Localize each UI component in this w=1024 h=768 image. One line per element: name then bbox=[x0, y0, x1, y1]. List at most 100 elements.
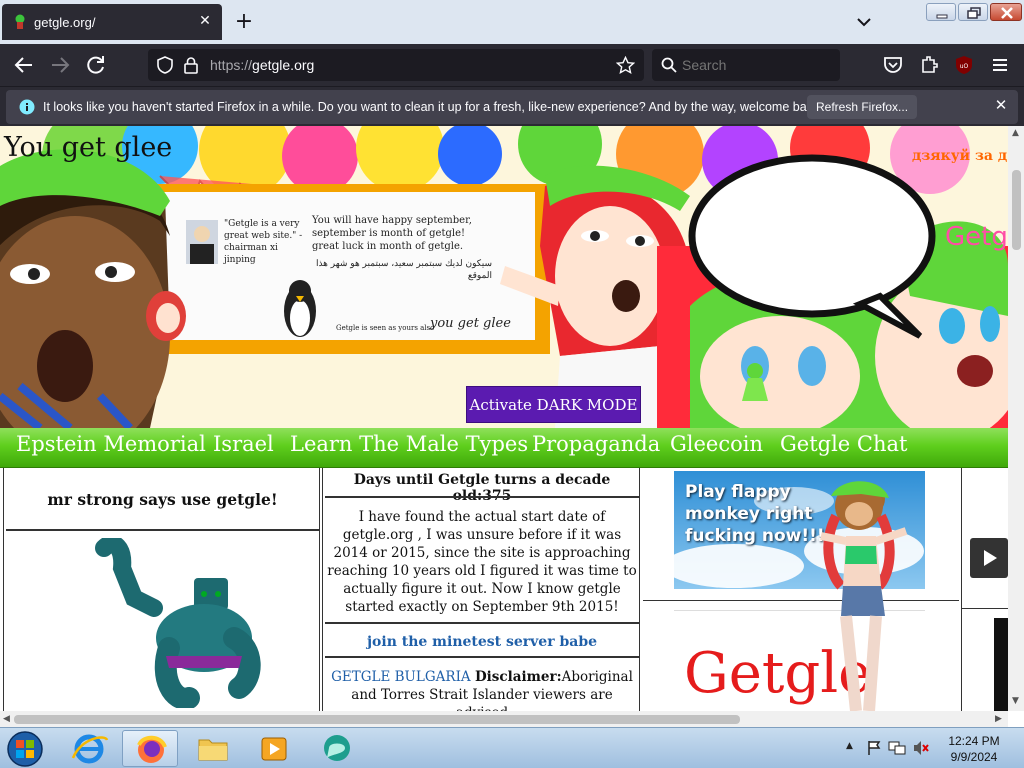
volume-muted-icon[interactable] bbox=[912, 740, 930, 756]
start-date-story: I have found the actual start date of ge… bbox=[327, 509, 637, 615]
close-icon bbox=[1001, 7, 1013, 19]
navigation-toolbar: https://getgle.org uO bbox=[0, 44, 1024, 86]
scroll-left-icon[interactable]: ◀ bbox=[3, 714, 10, 724]
new-tab-button[interactable]: + bbox=[232, 8, 256, 36]
getgle-small-text: Getgle is seen as yours also bbox=[336, 324, 435, 332]
column-news: Days until Getgle turns a decade old:375… bbox=[322, 468, 640, 711]
divider bbox=[325, 622, 639, 624]
folder-icon bbox=[198, 739, 228, 761]
nav-link-male-types[interactable]: Learn The Male Types bbox=[290, 432, 528, 456]
url-text: https://getgle.org bbox=[210, 57, 314, 73]
close-tab-icon[interactable]: ✕ bbox=[196, 12, 214, 30]
dark-mode-button[interactable]: Activate DARK MODE bbox=[466, 386, 641, 423]
url-domain: getgle.org bbox=[252, 57, 315, 73]
chat-bubble-icon bbox=[324, 735, 350, 761]
nav-link-israel[interactable]: Israel bbox=[213, 432, 274, 456]
column-video bbox=[961, 468, 1008, 711]
clock-date: 9/9/2024 bbox=[950, 750, 998, 764]
notification-message: It looks like you haven't started Firefo… bbox=[43, 100, 823, 114]
nav-link-getgle-chat[interactable]: Getgle Chat bbox=[780, 432, 907, 456]
restore-window-button[interactable] bbox=[958, 3, 988, 21]
you-get-glee-small: you get glee bbox=[430, 316, 511, 331]
restore-icon bbox=[967, 7, 981, 19]
content-area: mr strong says use getgle! Days until Ge… bbox=[0, 468, 1008, 711]
mr-strong-heading: mr strong says use getgle! bbox=[47, 490, 278, 509]
address-bar[interactable]: https://getgle.org bbox=[148, 49, 644, 81]
divider bbox=[325, 656, 639, 658]
search-box[interactable] bbox=[652, 49, 840, 81]
ublock-origin-icon[interactable]: uO bbox=[952, 54, 976, 76]
disclaimer-label: Disclaimer: bbox=[474, 669, 562, 685]
shield-icon[interactable] bbox=[156, 56, 174, 74]
taskbar-app[interactable] bbox=[309, 730, 365, 767]
nav-link-propaganda[interactable]: Propaganda bbox=[532, 432, 660, 456]
tab-strip: getgle.org/ ✕ + bbox=[0, 0, 1024, 44]
svg-text:uO: uO bbox=[960, 63, 969, 70]
scroll-right-icon[interactable]: ▶ bbox=[995, 714, 1002, 724]
tab-title: getgle.org/ bbox=[34, 15, 96, 30]
search-icon bbox=[661, 57, 677, 73]
close-notification-icon[interactable]: ✕ bbox=[991, 96, 1011, 114]
scroll-up-icon[interactable]: ▲ bbox=[1012, 128, 1019, 138]
nav-link-epstein-memorial[interactable]: Epstein Memorial bbox=[16, 432, 206, 456]
thanks-text: дзякуй за д bbox=[912, 148, 1008, 164]
hat-text: Getg bbox=[945, 222, 1008, 252]
search-input[interactable] bbox=[682, 57, 832, 73]
divider bbox=[325, 496, 639, 498]
video-thumbnail[interactable] bbox=[994, 618, 1008, 711]
minimize-window-button[interactable] bbox=[926, 3, 956, 21]
taskbar-firefox[interactable] bbox=[122, 730, 178, 767]
reload-icon[interactable] bbox=[84, 54, 108, 76]
media-player-icon bbox=[261, 737, 287, 761]
site-title: You get glee bbox=[4, 132, 173, 163]
taskbar-file-explorer[interactable] bbox=[185, 730, 241, 767]
minimize-icon bbox=[936, 14, 948, 19]
pocket-icon[interactable] bbox=[881, 54, 905, 76]
getgle-bulgaria-link[interactable]: GETGLE BULGARIA bbox=[331, 669, 471, 685]
arabic-message: سيكون لديك سبتمبر سعيد، سبتمبر هو شهر هذ… bbox=[315, 259, 492, 281]
lock-icon[interactable] bbox=[182, 56, 200, 74]
hamburger-menu-icon[interactable] bbox=[988, 54, 1012, 76]
network-icon[interactable] bbox=[888, 740, 906, 756]
horizontal-scroll-thumb[interactable] bbox=[14, 715, 740, 724]
notification-bar: It looks like you haven't started Firefo… bbox=[0, 86, 1024, 126]
horizontal-scrollbar[interactable]: ◀ ▶ bbox=[0, 711, 1008, 727]
scroll-down-icon[interactable]: ▼ bbox=[1012, 696, 1019, 706]
system-clock[interactable]: 12:24 PM 9/9/2024 bbox=[940, 733, 1008, 765]
clock-time: 12:24 PM bbox=[948, 734, 1000, 748]
september-message: You will have happy september, september… bbox=[312, 215, 472, 252]
url-protocol: https:// bbox=[210, 57, 253, 73]
divider bbox=[6, 529, 319, 531]
site-nav: Epstein Memorial Israel Learn The Male T… bbox=[0, 428, 1008, 468]
page-viewport: You get glee дзякуй за д "Getgle is a ve… bbox=[0, 126, 1008, 711]
back-arrow-icon[interactable] bbox=[12, 54, 36, 76]
close-window-button[interactable] bbox=[990, 3, 1022, 21]
disclaimer-paragraph: GETGLE BULGARIA Disclaimer:Aboriginal an… bbox=[329, 668, 635, 711]
chevron-down-icon[interactable] bbox=[852, 10, 876, 34]
vertical-scroll-thumb[interactable] bbox=[1012, 170, 1021, 250]
nav-link-gleecoin[interactable]: Gleecoin bbox=[670, 432, 763, 456]
minetest-link[interactable]: join the minetest server babe bbox=[323, 634, 639, 650]
banner-artwork bbox=[0, 126, 1008, 428]
extensions-puzzle-icon[interactable] bbox=[917, 54, 941, 76]
internet-explorer-icon bbox=[71, 734, 109, 764]
video-play-button[interactable] bbox=[970, 538, 1008, 578]
bookmark-star-icon[interactable] bbox=[616, 56, 635, 75]
getgle-favicon-icon bbox=[15, 14, 25, 29]
browser-tab[interactable]: getgle.org/ ✕ bbox=[2, 4, 222, 40]
refresh-firefox-button[interactable]: Refresh Firefox... bbox=[807, 95, 918, 119]
windows-start-icon[interactable] bbox=[4, 730, 46, 768]
show-hidden-icons-icon[interactable]: ▲ bbox=[846, 741, 853, 751]
header-banner: You get glee дзякуй за д "Getgle is a ve… bbox=[0, 126, 1008, 428]
system-tray: ▲ 12:24 PM 9/9/2024 bbox=[840, 728, 1024, 768]
taskbar-media-player[interactable] bbox=[246, 730, 302, 767]
taskbar-internet-explorer[interactable] bbox=[61, 730, 117, 767]
windows-taskbar: ▲ 12:24 PM 9/9/2024 bbox=[0, 727, 1024, 768]
action-center-flag-icon[interactable] bbox=[866, 740, 882, 756]
play-icon bbox=[984, 550, 997, 566]
forward-arrow-icon[interactable] bbox=[48, 54, 72, 76]
divider bbox=[962, 608, 1008, 609]
info-icon bbox=[19, 99, 35, 115]
vertical-scrollbar[interactable]: ▲ ▼ bbox=[1008, 126, 1024, 711]
chairman-quote: "Getgle is a very great web site." - cha… bbox=[224, 219, 303, 265]
